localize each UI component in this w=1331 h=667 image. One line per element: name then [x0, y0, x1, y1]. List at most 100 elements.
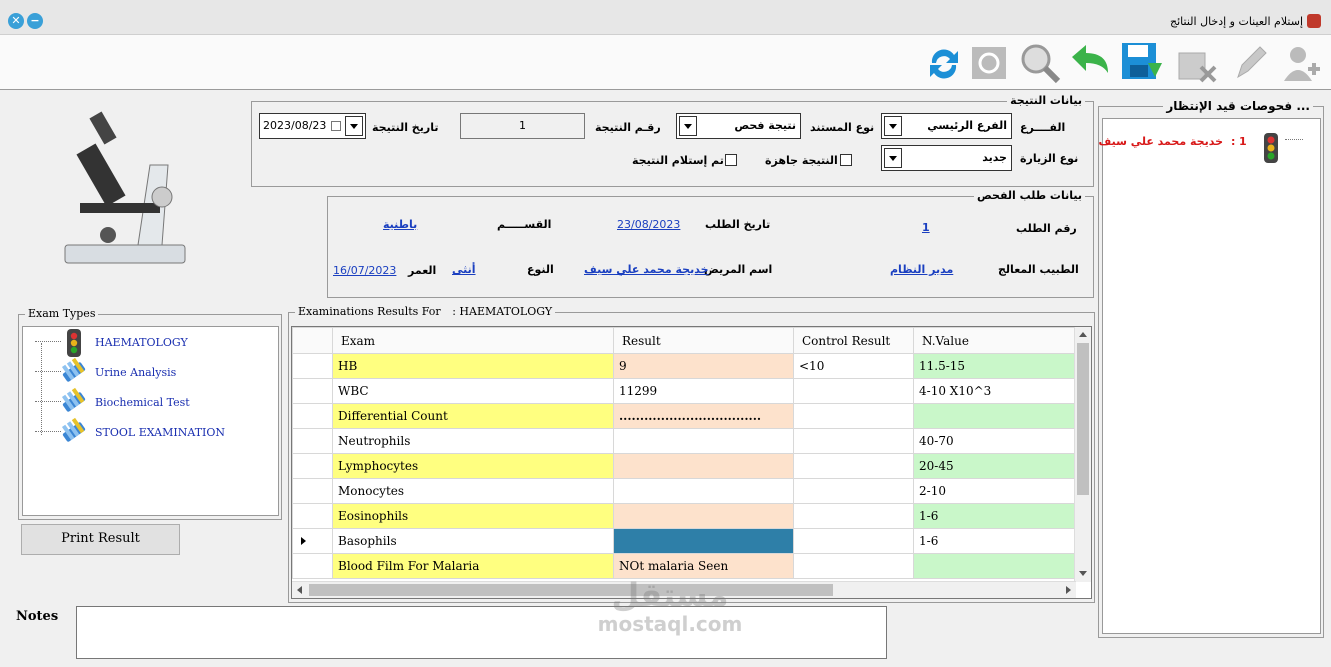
control-result-cell[interactable]	[793, 478, 914, 504]
column-header-result[interactable]: Result	[613, 327, 794, 354]
result-received-checkbox[interactable]	[725, 154, 737, 166]
exam-cell[interactable]: Lymphocytes	[332, 453, 614, 479]
add-user-icon[interactable]	[1278, 41, 1322, 85]
table-row[interactable]: WBC 11299 4-10 X10^3	[292, 378, 1077, 404]
exam-type-item-stool[interactable]: STOOL EXAMINATION	[29, 417, 269, 445]
table-row[interactable]: Blood Film For Malaria NOt malaria Seen	[292, 553, 1077, 579]
waiting-list-item[interactable]: 1 : خديجة محمد علي سيف	[1098, 133, 1316, 163]
undo-icon[interactable]	[1068, 41, 1112, 85]
close-window-button[interactable]: ✕	[8, 13, 24, 29]
n-value-cell[interactable]: 40-70	[913, 428, 1077, 454]
column-header-exam[interactable]: Exam	[332, 327, 614, 354]
scroll-right-arrow-icon[interactable]	[1066, 586, 1071, 594]
exam-type-item-urine[interactable]: Urine Analysis	[29, 357, 269, 385]
test-tubes-icon	[61, 387, 86, 412]
exam-cell[interactable]: Basophils	[332, 528, 614, 554]
result-cell[interactable]	[613, 503, 794, 529]
print-preview-icon[interactable]	[968, 41, 1012, 85]
table-row[interactable]: Eosinophils 1-6	[292, 503, 1077, 529]
edit-pencil-icon[interactable]	[1228, 41, 1272, 85]
row-header[interactable]	[292, 353, 333, 379]
table-row[interactable]: Neutrophils 40-70	[292, 428, 1077, 454]
save-icon[interactable]	[1120, 41, 1164, 85]
control-result-cell[interactable]: <10	[793, 353, 914, 379]
exam-cell[interactable]: Blood Film For Malaria	[332, 553, 614, 579]
doctor-label: الطبيب المعالج	[998, 263, 1079, 276]
exam-cell[interactable]: Neutrophils	[332, 428, 614, 454]
row-header[interactable]	[292, 453, 333, 479]
result-cell[interactable]: 9	[613, 353, 794, 379]
control-result-cell[interactable]	[793, 503, 914, 529]
table-row[interactable]: Monocytes 2-10	[292, 478, 1077, 504]
table-row[interactable]: Differential Count .....................…	[292, 403, 1077, 429]
n-value-cell[interactable]: 1-6	[913, 503, 1077, 529]
horizontal-scroll-thumb[interactable]	[309, 584, 833, 596]
result-cell[interactable]: 11299	[613, 378, 794, 404]
scroll-left-arrow-icon[interactable]	[297, 586, 302, 594]
doctor-value: مدير النظام	[890, 263, 954, 276]
table-row[interactable]: Lymphocytes 20-45	[292, 453, 1077, 479]
chevron-down-icon[interactable]	[884, 148, 902, 168]
row-header[interactable]	[292, 428, 333, 454]
minimize-window-button[interactable]: −	[27, 13, 43, 29]
results-horizontal-scrollbar[interactable]	[292, 581, 1076, 598]
control-result-cell[interactable]	[793, 528, 914, 554]
search-icon[interactable]	[1018, 41, 1062, 85]
exam-cell[interactable]: WBC	[332, 378, 614, 404]
row-header[interactable]	[292, 403, 333, 429]
result-cell[interactable]: NOt malaria Seen	[613, 553, 794, 579]
control-result-cell[interactable]	[793, 403, 914, 429]
result-cell[interactable]	[613, 428, 794, 454]
scroll-down-arrow-icon[interactable]	[1079, 571, 1087, 576]
n-value-cell[interactable]	[913, 403, 1077, 429]
control-result-cell[interactable]	[793, 453, 914, 479]
doc-type-select[interactable]: نتيجة فحص	[676, 113, 801, 139]
result-ready-checkbox[interactable]	[840, 154, 852, 166]
result-number-field[interactable]: 1	[460, 113, 585, 139]
n-value-cell[interactable]: 11.5-15	[913, 353, 1077, 379]
n-value-cell[interactable]	[913, 553, 1077, 579]
result-cell-selected[interactable]	[613, 528, 794, 554]
table-row[interactable]: HB 9 <10 11.5-15	[292, 353, 1077, 379]
chevron-down-icon[interactable]	[884, 116, 902, 136]
notes-textarea[interactable]	[76, 606, 887, 659]
chevron-down-icon[interactable]	[679, 116, 697, 136]
result-cell[interactable]: ..................................	[613, 403, 794, 429]
vertical-scroll-thumb[interactable]	[1077, 343, 1089, 495]
control-result-cell[interactable]	[793, 428, 914, 454]
row-header[interactable]	[292, 553, 333, 579]
scroll-up-arrow-icon[interactable]	[1079, 332, 1087, 337]
result-cell[interactable]	[613, 478, 794, 504]
branch-select[interactable]: الفرع الرئيسي	[881, 113, 1012, 139]
exam-type-item-haematology[interactable]: HAEMATOLOGY	[29, 329, 269, 357]
n-value-cell[interactable]: 4-10 X10^3	[913, 378, 1077, 404]
n-value-cell[interactable]: 1-6	[913, 528, 1077, 554]
tree-branch-dots	[35, 431, 61, 432]
exam-cell[interactable]: Differential Count	[332, 403, 614, 429]
row-header[interactable]	[292, 478, 333, 504]
column-header-control-result[interactable]: Control Result	[793, 327, 914, 354]
exam-type-item-biochemical[interactable]: Biochemical Test	[29, 387, 269, 415]
title-bar: ✕ − إستلام العينات و إدخال النتائج	[0, 0, 1331, 35]
column-header-n-value[interactable]: N.Value	[913, 327, 1077, 354]
n-value-cell[interactable]: 20-45	[913, 453, 1077, 479]
exam-cell[interactable]: Monocytes	[332, 478, 614, 504]
calendar-checkbox-icon[interactable]	[331, 121, 341, 131]
exam-cell[interactable]: HB	[332, 353, 614, 379]
results-vertical-scrollbar[interactable]	[1074, 327, 1091, 582]
delete-icon[interactable]	[1175, 41, 1219, 85]
print-result-button[interactable]: Print Result	[21, 524, 180, 555]
row-header-current[interactable]	[292, 528, 333, 554]
exam-cell[interactable]: Eosinophils	[332, 503, 614, 529]
chevron-down-icon[interactable]	[345, 116, 363, 136]
row-header[interactable]	[292, 503, 333, 529]
result-date-picker[interactable]: 2023/08/23	[259, 113, 366, 139]
control-result-cell[interactable]	[793, 378, 914, 404]
visit-type-select[interactable]: جديد	[881, 145, 1012, 171]
refresh-icon[interactable]	[922, 41, 966, 85]
table-row-selected[interactable]: Basophils 1-6	[292, 528, 1077, 554]
row-header[interactable]	[292, 378, 333, 404]
control-result-cell[interactable]	[793, 553, 914, 579]
result-cell[interactable]	[613, 453, 794, 479]
n-value-cell[interactable]: 2-10	[913, 478, 1077, 504]
